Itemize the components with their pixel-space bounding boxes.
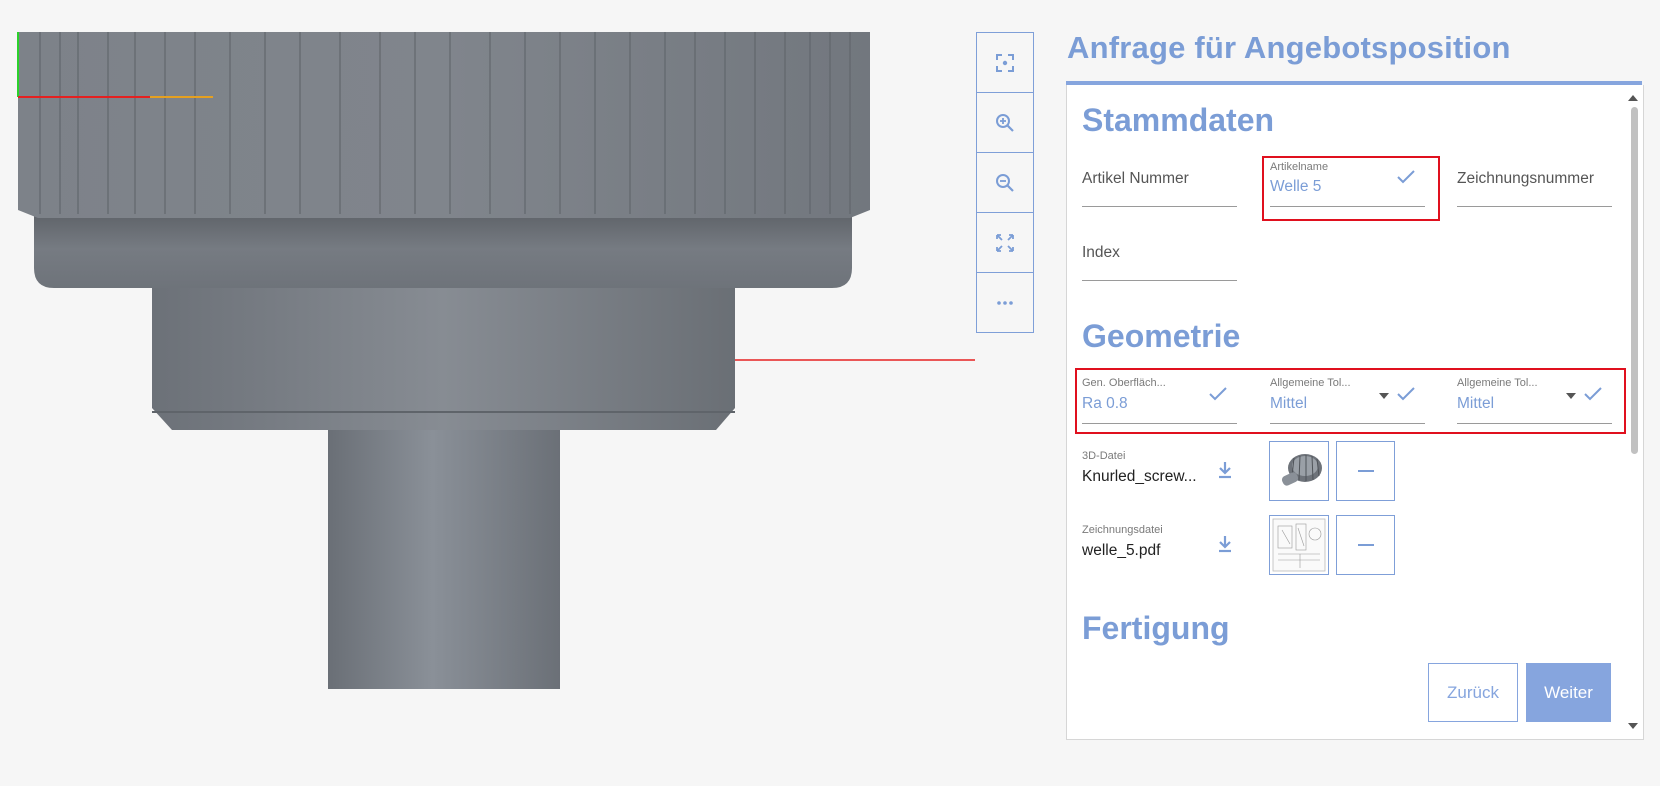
index-placeholder: Index — [1082, 244, 1120, 261]
zoom-in-button[interactable] — [977, 93, 1033, 153]
section-title-fertigung: Fertigung — [1082, 610, 1230, 646]
artikelname-label: Artikelname — [1270, 161, 1329, 173]
check-icon — [1397, 387, 1415, 401]
oberflaeche-label: Gen. Oberfläch... — [1082, 377, 1166, 389]
next-button[interactable]: Weiter — [1526, 663, 1611, 722]
toleranz-2-label: Allgemeine Tol... — [1457, 377, 1538, 389]
zeichnungsnummer-placeholder: Zeichnungsnummer — [1457, 170, 1594, 187]
toleranz-2-select[interactable]: Allgemeine Tol... Mittel — [1457, 367, 1612, 424]
3d-model-render — [17, 32, 975, 689]
download-icon[interactable] — [1215, 460, 1235, 480]
scrollbar-thumb[interactable] — [1631, 107, 1638, 454]
focus-center-button[interactable] — [977, 33, 1033, 93]
oberflaeche-value: Ra 0.8 — [1082, 395, 1128, 412]
remove-drawing-file-button[interactable] — [1336, 515, 1395, 575]
viewer-toolbar — [976, 32, 1034, 333]
fit-view-button[interactable] — [977, 213, 1033, 273]
technical-drawing-preview — [1272, 518, 1326, 572]
scroll-up-arrow-icon[interactable] — [1628, 95, 1638, 101]
drawing-file-label: Zeichnungsdatei — [1082, 524, 1163, 536]
dropdown-caret-icon — [1379, 393, 1389, 399]
focus-center-icon — [996, 53, 1014, 72]
3d-file-label: 3D-Datei — [1082, 450, 1126, 462]
drawing-file-thumbnail[interactable] — [1269, 515, 1329, 575]
drawing-file-field: Zeichnungsdatei welle_5.pdf — [1082, 524, 1222, 560]
panel-title: Anfrage für Angebotsposition — [1067, 30, 1511, 65]
knurled-screw-preview — [1281, 454, 1322, 486]
fit-view-icon — [996, 233, 1014, 252]
check-icon — [1397, 170, 1415, 184]
drawing-file-name: welle_5.pdf — [1082, 542, 1161, 559]
scroll-down-arrow-icon[interactable] — [1628, 723, 1638, 729]
3d-file-field: 3D-Datei Knurled_screw... — [1082, 450, 1222, 486]
artikelname-field[interactable]: Artikelname Welle 5 — [1270, 150, 1425, 207]
download-icon[interactable] — [1215, 534, 1235, 554]
3d-viewport[interactable] — [0, 0, 975, 786]
zoom-out-button[interactable] — [977, 153, 1033, 213]
artikelname-value: Welle 5 — [1270, 178, 1322, 195]
oberflaeche-field[interactable]: Gen. Oberfläch... Ra 0.8 — [1082, 367, 1237, 424]
index-field[interactable]: Index — [1082, 224, 1237, 281]
back-button[interactable]: Zurück — [1428, 663, 1518, 722]
model-shaft — [328, 430, 560, 689]
minus-icon — [1357, 544, 1374, 546]
model-middle-cylinder — [152, 288, 735, 430]
model-knurled-head — [18, 32, 870, 218]
zoom-out-icon — [996, 173, 1014, 192]
3d-file-thumbnail[interactable] — [1269, 441, 1329, 501]
toleranz-2-value: Mittel — [1457, 395, 1495, 412]
more-options-icon — [997, 300, 1013, 305]
zoom-in-icon — [996, 113, 1014, 132]
toleranz-1-label: Allgemeine Tol... — [1270, 377, 1351, 389]
minus-icon — [1357, 470, 1374, 472]
model-collar — [34, 210, 852, 288]
toleranz-1-value: Mittel — [1270, 395, 1308, 412]
zeichnungsnummer-field[interactable]: Zeichnungsnummer — [1457, 150, 1612, 207]
more-options-button[interactable] — [977, 273, 1033, 332]
check-icon — [1584, 387, 1602, 401]
dropdown-caret-icon — [1566, 393, 1576, 399]
artikel-nummer-placeholder: Artikel Nummer — [1082, 170, 1189, 187]
check-icon — [1209, 387, 1227, 401]
section-title-stammdaten: Stammdaten — [1082, 102, 1275, 138]
remove-3d-file-button[interactable] — [1336, 441, 1395, 501]
artikel-nummer-field[interactable]: Artikel Nummer — [1082, 150, 1237, 207]
section-title-geometrie: Geometrie — [1082, 318, 1241, 354]
3d-file-name: Knurled_screw... — [1082, 468, 1197, 485]
toleranz-1-select[interactable]: Allgemeine Tol... Mittel — [1270, 367, 1425, 424]
